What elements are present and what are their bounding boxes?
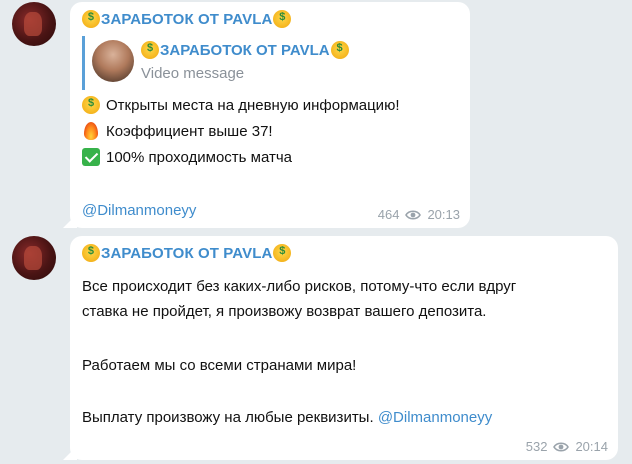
message-text: Открыты места на дневную информацию! bbox=[106, 96, 400, 114]
eye-icon bbox=[405, 209, 422, 220]
mention-link[interactable]: @Dilmanmoneyy bbox=[378, 409, 492, 426]
mention-link[interactable]: @Dilmanmoneyy bbox=[82, 202, 196, 219]
reply-title-label: ЗАРАБОТОК ОТ PAVLA bbox=[160, 41, 330, 59]
money-mouth-face-icon bbox=[82, 96, 100, 114]
message-bubble: ЗАРАБОТОК ОТ PAVLA ЗАРАБОТОК ОТ PAVLA Vi… bbox=[70, 2, 470, 228]
sender-label: ЗАРАБОТОК ОТ PAVLA bbox=[101, 10, 273, 28]
eye-icon bbox=[553, 441, 570, 452]
money-mouth-face-icon bbox=[273, 10, 292, 28]
video-thumbnail bbox=[92, 40, 134, 82]
message-text: Выплату произвожу на любые реквизиты. @D… bbox=[82, 405, 492, 430]
money-mouth-face-icon bbox=[273, 244, 292, 262]
message-line: 100% проходимость матча bbox=[82, 148, 292, 166]
reply-subtitle: Video message bbox=[141, 65, 245, 82]
money-mouth-face-icon bbox=[330, 41, 349, 59]
message-text: Работаем мы со всеми странами мира! bbox=[82, 353, 356, 378]
sender-label: ЗАРАБОТОК ОТ PAVLA bbox=[101, 244, 273, 262]
message-line: Открыты места на дневную информацию! bbox=[82, 96, 399, 114]
message-meta: 532 20:14 bbox=[526, 439, 608, 454]
message-meta: 464 20:13 bbox=[378, 207, 460, 222]
reply-title: ЗАРАБОТОК ОТ PAVLA bbox=[141, 41, 349, 59]
paragraph-line: Выплату произвожу на любые реквизиты. bbox=[82, 409, 374, 426]
sender-name[interactable]: ЗАРАБОТОК ОТ PAVLA bbox=[82, 244, 292, 262]
money-mouth-face-icon bbox=[82, 10, 100, 28]
message-text: 100% проходимость матча bbox=[106, 148, 293, 166]
message-bubble: ЗАРАБОТОК ОТ PAVLA Все происходит без ка… bbox=[70, 236, 618, 460]
reply-preview[interactable]: ЗАРАБОТОК ОТ PAVLA Video message bbox=[82, 36, 432, 90]
check-mark-button-icon bbox=[82, 148, 100, 166]
message-text: Коэффициент выше 37! bbox=[106, 122, 273, 140]
channel-avatar[interactable] bbox=[12, 236, 56, 280]
view-count: 464 bbox=[377, 207, 400, 222]
view-count: 532 bbox=[525, 439, 548, 454]
money-mouth-face-icon bbox=[82, 244, 100, 262]
paragraph-line: ставка не пройдет, я произвожу возврат в… bbox=[82, 303, 487, 320]
message-line: Коэффициент выше 37! bbox=[82, 122, 273, 140]
fire-icon bbox=[84, 122, 98, 140]
message-time: 20:14 bbox=[575, 439, 608, 454]
message-text: Все происходит без каких-либо рисков, по… bbox=[82, 274, 516, 324]
paragraph-line: Все происходит без каких-либо рисков, по… bbox=[82, 278, 517, 295]
message-time: 20:13 bbox=[427, 207, 460, 222]
money-mouth-face-icon bbox=[141, 41, 159, 59]
paragraph-line: Работаем мы со всеми странами мира! bbox=[82, 357, 357, 374]
sender-name[interactable]: ЗАРАБОТОК ОТ PAVLA bbox=[82, 10, 292, 28]
channel-avatar[interactable] bbox=[12, 2, 56, 46]
